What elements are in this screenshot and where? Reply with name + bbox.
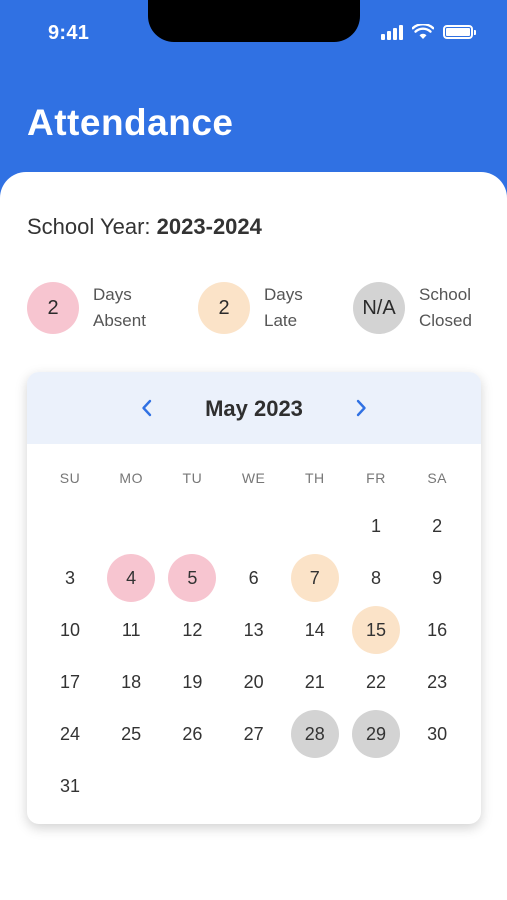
status-time: 9:41 xyxy=(48,22,90,44)
calendar-day-12[interactable]: 12 xyxy=(168,606,216,654)
page-title: Attendance xyxy=(27,102,234,143)
school-year-label: School Year: xyxy=(27,214,157,239)
calendar-day-grid: 1 2 3 4 5 6 7 8 9 10 11 12 13 14 15 16 17 18 19 20 21 22 23 24 2… xyxy=(27,502,481,822)
calendar-day-3[interactable]: 3 xyxy=(46,554,94,602)
calendar-month-label: May 2023 xyxy=(205,396,303,421)
status-bar: 9:41 xyxy=(0,0,507,70)
attendance-summary: 2 Days Absent 2 Days Late N/A School Closed xyxy=(27,282,487,338)
calendar-day-21[interactable]: 21 xyxy=(291,658,339,706)
days-absent-label: Days Absent xyxy=(93,285,146,330)
device-notch xyxy=(148,0,360,42)
status-icons xyxy=(381,24,476,40)
weekday-label-we: WE xyxy=(241,470,266,486)
calendar-day-4[interactable]: 4 xyxy=(107,554,156,602)
calendar-day-23[interactable]: 23 xyxy=(413,658,461,706)
calendar-day-31[interactable]: 31 xyxy=(46,762,94,810)
calendar-day-19[interactable]: 19 xyxy=(168,658,216,706)
stat-days-absent: 2 Days Absent xyxy=(27,282,173,334)
calendar-day-29[interactable]: 29 xyxy=(352,710,400,758)
header: 9:41 Attendance xyxy=(0,0,507,200)
calendar-day-9[interactable]: 9 xyxy=(413,554,461,602)
calendar-day-15[interactable]: 15 xyxy=(352,606,400,654)
calendar-day-5[interactable]: 5 xyxy=(168,554,217,602)
chevron-right-icon xyxy=(356,399,366,417)
cellular-signal-icon xyxy=(381,24,403,40)
calendar-day-1[interactable]: 1 xyxy=(352,502,400,550)
days-late-count: 2 xyxy=(198,282,250,334)
calendar-day-24[interactable]: 24 xyxy=(46,710,94,758)
calendar-day-6[interactable]: 6 xyxy=(230,554,278,602)
attendance-calendar: May 2023 SU MO TU WE TH FR SA 1 2 3 4 5 6 7 8 9 10 11 12 1… xyxy=(27,372,481,824)
calendar-day-27[interactable]: 27 xyxy=(230,710,278,758)
weekday-header-row: SU MO TU WE TH FR SA xyxy=(27,470,481,490)
calendar-day-16[interactable]: 16 xyxy=(413,606,461,654)
calendar-day-2[interactable]: 2 xyxy=(413,502,461,550)
next-month-button[interactable] xyxy=(345,392,377,424)
calendar-day-13[interactable]: 13 xyxy=(230,606,278,654)
content-sheet: School Year: 2023-2024 2 Days Absent 2 Da… xyxy=(0,172,507,900)
school-year-value: 2023-2024 xyxy=(156,214,262,239)
calendar-day-30[interactable]: 30 xyxy=(413,710,461,758)
calendar-day-22[interactable]: 22 xyxy=(352,658,400,706)
battery-icon xyxy=(443,25,476,39)
school-year: School Year: 2023-2024 xyxy=(27,214,262,240)
days-late-label: Days Late xyxy=(264,285,303,330)
calendar-day-25[interactable]: 25 xyxy=(107,710,155,758)
calendar-day-8[interactable]: 8 xyxy=(352,554,400,602)
calendar-day-26[interactable]: 26 xyxy=(168,710,216,758)
weekday-label-fr: FR xyxy=(366,470,386,486)
calendar-day-10[interactable]: 10 xyxy=(46,606,94,654)
calendar-day-7[interactable]: 7 xyxy=(290,554,339,602)
weekday-label-su: SU xyxy=(59,470,81,486)
calendar-day-28[interactable]: 28 xyxy=(290,710,339,758)
stat-school-closed: N/A School Closed xyxy=(353,282,499,334)
weekday-label-sa: SA xyxy=(427,470,448,486)
stat-days-late: 2 Days Late xyxy=(198,282,344,334)
calendar-day-18[interactable]: 18 xyxy=(107,658,155,706)
calendar-day-20[interactable]: 20 xyxy=(230,658,278,706)
school-closed-count: N/A xyxy=(353,282,405,334)
weekday-label-mo: MO xyxy=(119,470,143,486)
calendar-day-14[interactable]: 14 xyxy=(291,606,339,654)
days-absent-count: 2 xyxy=(27,282,79,334)
weekday-label-tu: TU xyxy=(182,470,203,486)
calendar-header: May 2023 xyxy=(27,372,481,444)
calendar-day-11[interactable]: 11 xyxy=(107,606,155,654)
weekday-label-th: TH xyxy=(304,470,325,486)
school-closed-label: School Closed xyxy=(419,285,472,330)
wifi-icon xyxy=(412,24,434,39)
calendar-day-17[interactable]: 17 xyxy=(46,658,94,706)
